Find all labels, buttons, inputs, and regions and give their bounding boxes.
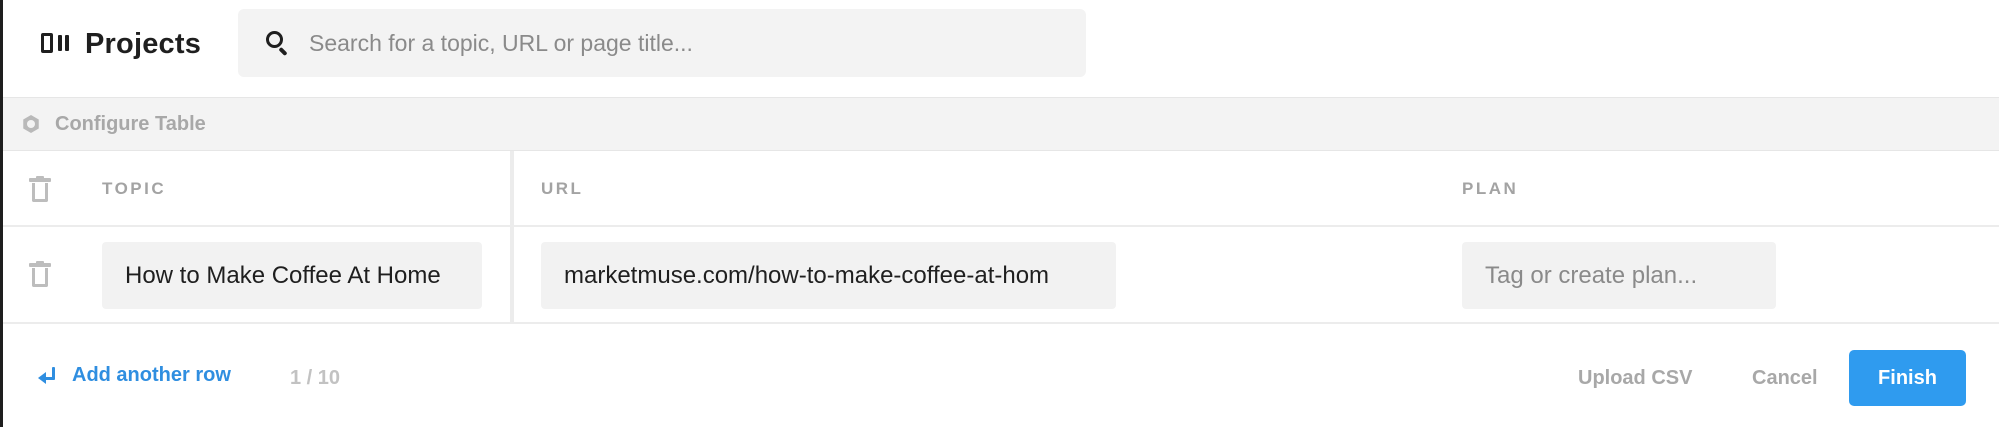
settings-hex-icon — [21, 114, 41, 134]
kanban-icon — [41, 33, 71, 55]
column-header-plan: PLAN — [1462, 179, 1519, 198]
delete-all-trash-icon[interactable] — [29, 176, 51, 202]
row-counter: 1 / 10 — [290, 367, 341, 389]
page-header: Projects — [3, 0, 1999, 97]
upload-csv-button[interactable]: Upload CSV — [1578, 367, 1692, 390]
configure-table-label: Configure Table — [55, 112, 206, 135]
table-footer: Add another row 1 / 10 Upload CSV Cancel… — [3, 324, 1999, 427]
brand: Projects — [41, 24, 201, 64]
column-header-topic: TOPIC — [102, 179, 167, 198]
search-bar[interactable] — [238, 9, 1086, 77]
url-field[interactable]: marketmuse.com/how-to-make-coffee-at-hom — [541, 242, 1116, 309]
page-title: Projects — [85, 27, 202, 60]
add-row-button[interactable]: Add another row — [38, 364, 231, 387]
cancel-button[interactable]: Cancel — [1752, 367, 1818, 390]
table-header-row: TOPIC URL PLAN — [3, 151, 1999, 227]
column-header-url: URL — [541, 179, 584, 198]
finish-button[interactable]: Finish — [1849, 350, 1966, 406]
topic-field[interactable]: How to Make Coffee At Home — [102, 242, 482, 309]
search-input[interactable] — [307, 28, 1071, 58]
return-arrow-icon — [38, 365, 60, 387]
column-divider — [510, 151, 514, 324]
plan-field[interactable]: Tag or create plan... — [1462, 242, 1776, 309]
search-icon — [263, 28, 293, 58]
configure-table-button[interactable]: Configure Table — [3, 97, 1999, 151]
delete-row-trash-icon[interactable] — [29, 261, 51, 287]
add-row-label: Add another row — [72, 364, 231, 386]
